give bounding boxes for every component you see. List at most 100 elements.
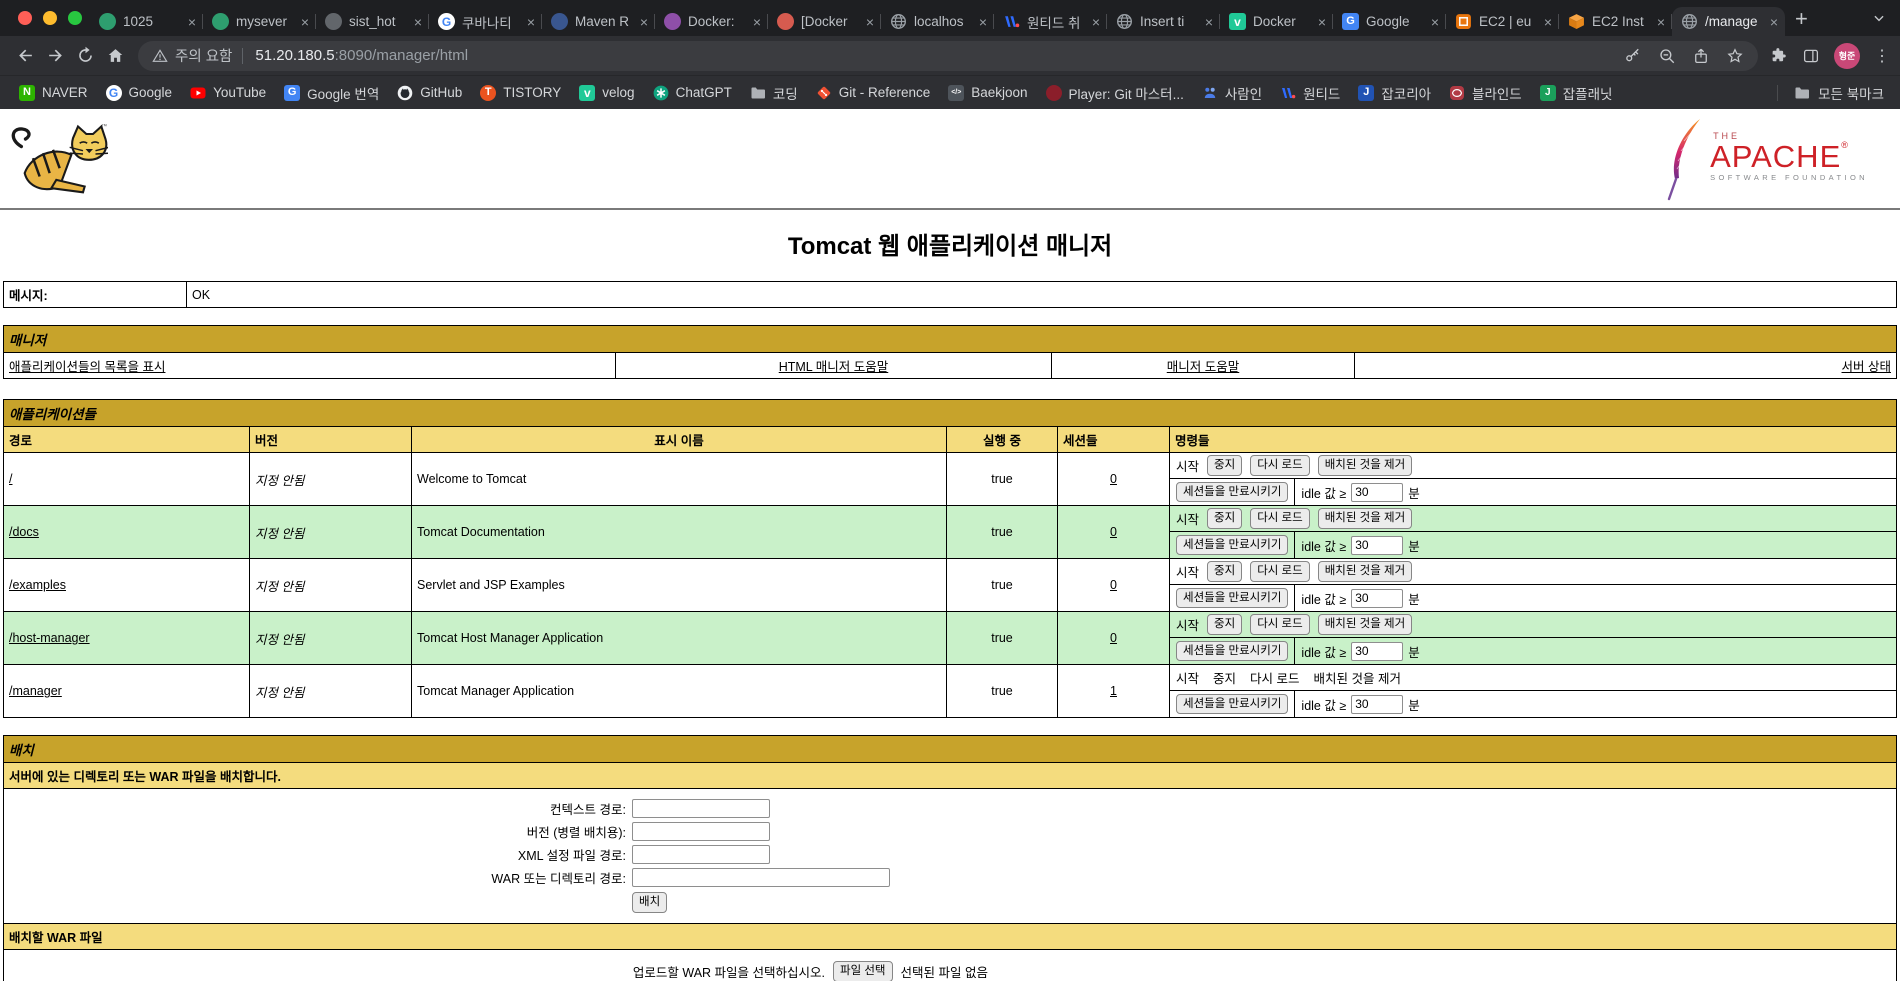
idle-input[interactable] xyxy=(1351,588,1404,608)
expire-sessions-button[interactable]: 세션들을 만료시키기 xyxy=(1176,587,1289,609)
profile-avatar[interactable]: 형준 xyxy=(1834,42,1860,69)
bookmark-item[interactable]: G Google 번역 xyxy=(275,83,388,103)
tab-close-icon[interactable]: × xyxy=(753,14,761,30)
bookmark-item[interactable]: 블라인드 xyxy=(1440,83,1531,103)
browser-tab[interactable]: 원티드 취 × xyxy=(994,7,1107,36)
bookmark-item[interactable]: T TISTORY xyxy=(471,84,570,101)
forward-button[interactable] xyxy=(40,41,70,71)
undeploy-button[interactable]: 배치된 것을 제거 xyxy=(1317,561,1413,582)
sessions-link[interactable]: 1 xyxy=(1110,684,1117,698)
reload-button[interactable] xyxy=(70,41,100,71)
reload-button[interactable]: 다시 로드 xyxy=(1250,508,1310,529)
expire-sessions-button[interactable]: 세션들을 만료시키기 xyxy=(1176,481,1289,503)
extensions-puzzle-icon[interactable] xyxy=(1770,47,1788,65)
tab-close-icon[interactable]: × xyxy=(301,14,309,30)
idle-input[interactable] xyxy=(1351,535,1404,555)
tab-close-icon[interactable]: × xyxy=(1318,14,1326,30)
home-button[interactable] xyxy=(100,41,130,71)
deploy-field-input[interactable] xyxy=(632,845,770,864)
manager-link[interactable]: 서버 상태 xyxy=(1842,360,1891,374)
bookmark-item[interactable]: Player: Git 마스터... xyxy=(1037,83,1193,103)
sessions-link[interactable]: 0 xyxy=(1110,472,1117,486)
bookmark-item[interactable]: YouTube xyxy=(181,85,275,101)
bookmark-item[interactable]: </> Baekjoon xyxy=(939,84,1036,101)
all-bookmarks[interactable]: 모든 북마크 xyxy=(1777,83,1890,103)
tab-close-icon[interactable]: × xyxy=(1657,14,1665,30)
reload-button[interactable]: 다시 로드 xyxy=(1250,561,1310,582)
minimize-window-button[interactable] xyxy=(43,11,57,25)
zoom-window-button[interactable] xyxy=(68,11,82,25)
new-tab-button[interactable]: + xyxy=(1795,6,1808,32)
tab-close-icon[interactable]: × xyxy=(188,14,196,30)
tab-close-icon[interactable]: × xyxy=(1205,14,1213,30)
tab-close-icon[interactable]: × xyxy=(640,14,648,30)
undeploy-button[interactable]: 배치된 것을 제거 xyxy=(1317,455,1413,476)
tab-close-icon[interactable]: × xyxy=(1544,14,1552,30)
close-window-button[interactable] xyxy=(18,11,32,25)
stop-button[interactable]: 중지 xyxy=(1207,508,1243,529)
tab-close-icon[interactable]: × xyxy=(1092,14,1100,30)
deploy-field-input[interactable] xyxy=(632,868,890,887)
bookmark-item[interactable]: N NAVER xyxy=(10,84,97,101)
app-path-link[interactable]: /examples xyxy=(9,578,66,592)
manager-link[interactable]: 애플리케이션들의 목록을 표시 xyxy=(9,360,165,374)
expire-sessions-button[interactable]: 세션들을 만료시키기 xyxy=(1176,640,1289,662)
idle-input[interactable] xyxy=(1351,482,1404,502)
idle-input[interactable] xyxy=(1351,641,1404,661)
app-path-link[interactable]: / xyxy=(9,472,12,486)
idle-input[interactable] xyxy=(1351,694,1404,714)
bookmark-item[interactable]: Git - Reference xyxy=(807,85,940,101)
deploy-field-input[interactable] xyxy=(632,822,770,841)
stop-button[interactable]: 중지 xyxy=(1207,455,1243,476)
bookmark-item[interactable]: v velog xyxy=(570,84,643,101)
browser-tab[interactable]: mysever × xyxy=(203,7,316,36)
browser-tab[interactable]: [Docker × xyxy=(768,7,881,36)
reload-button[interactable]: 다시 로드 xyxy=(1250,614,1310,635)
tab-close-icon[interactable]: × xyxy=(866,14,874,30)
back-button[interactable] xyxy=(10,41,40,71)
stop-button[interactable]: 중지 xyxy=(1207,561,1243,582)
tab-close-icon[interactable]: × xyxy=(527,14,535,30)
tab-close-icon[interactable]: × xyxy=(979,14,987,30)
browser-menu-icon[interactable]: ⋮ xyxy=(1874,46,1890,66)
zoom-out-icon[interactable] xyxy=(1658,47,1676,65)
file-select-button[interactable]: 파일 선택 xyxy=(833,960,893,981)
app-path-link[interactable]: /host-manager xyxy=(9,631,90,645)
sessions-link[interactable]: 0 xyxy=(1110,631,1117,645)
tab-close-icon[interactable]: × xyxy=(414,14,422,30)
bookmark-item[interactable]: 코딩 xyxy=(741,83,807,103)
tab-close-icon[interactable]: × xyxy=(1431,14,1439,30)
bookmark-item[interactable]: 사람인 xyxy=(1193,83,1271,103)
bookmark-item[interactable]: 원티드 xyxy=(1271,83,1349,103)
app-path-link[interactable]: /docs xyxy=(9,525,39,539)
bookmark-item[interactable]: G Google xyxy=(97,84,182,101)
browser-tab[interactable]: localhos × xyxy=(881,7,994,36)
browser-tab[interactable]: G 쿠바나티 × xyxy=(429,7,542,36)
share-icon[interactable] xyxy=(1692,47,1710,65)
browser-tab[interactable]: sist_hot × xyxy=(316,7,429,36)
bookmark-item[interactable]: ChatGPT xyxy=(644,85,741,101)
browser-tab[interactable]: Insert ti × xyxy=(1107,7,1220,36)
browser-tab[interactable]: 1025 × xyxy=(90,7,203,36)
browser-tab[interactable]: Maven R × xyxy=(542,7,655,36)
stop-button[interactable]: 중지 xyxy=(1207,614,1243,635)
address-bar[interactable]: 주의 요함 51.20.180.5 :8090/manager/html xyxy=(138,40,1758,71)
security-status-label[interactable]: 주의 요함 xyxy=(175,45,232,66)
deploy-button[interactable]: 배치 xyxy=(632,892,668,913)
manager-link[interactable]: 매니저 도움말 xyxy=(1167,360,1239,374)
app-path-link[interactable]: /manager xyxy=(9,684,62,698)
browser-tab[interactable]: G Google × xyxy=(1333,7,1446,36)
sessions-link[interactable]: 0 xyxy=(1110,578,1117,592)
manager-link[interactable]: HTML 매니저 도움말 xyxy=(779,360,889,374)
deploy-field-input[interactable] xyxy=(632,799,770,818)
sessions-link[interactable]: 0 xyxy=(1110,525,1117,539)
undeploy-button[interactable]: 배치된 것을 제거 xyxy=(1317,508,1413,529)
side-panel-icon[interactable] xyxy=(1802,47,1820,65)
bookmark-star-icon[interactable] xyxy=(1726,47,1744,65)
browser-tab[interactable]: EC2 | eu × xyxy=(1446,7,1559,36)
undeploy-button[interactable]: 배치된 것을 제거 xyxy=(1317,614,1413,635)
browser-tab[interactable]: v Docker × xyxy=(1220,7,1333,36)
bookmark-item[interactable]: GitHub xyxy=(388,85,471,101)
browser-tab[interactable]: Docker: × xyxy=(655,7,768,36)
browser-tab[interactable]: /manage × xyxy=(1672,7,1785,36)
